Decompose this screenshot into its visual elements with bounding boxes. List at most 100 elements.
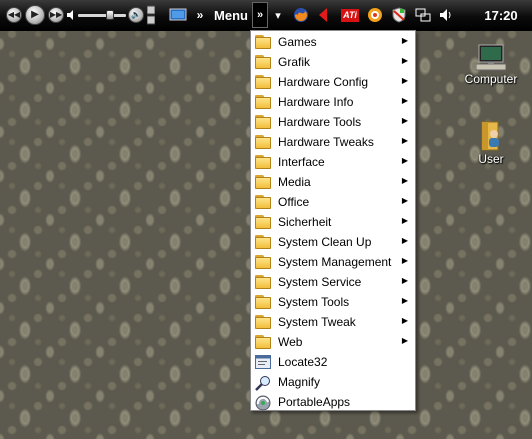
submenu-arrow-icon: ▶	[401, 136, 408, 145]
magnifier-icon	[255, 375, 271, 391]
menu-item-media[interactable]: Media ▶	[252, 172, 414, 192]
folder-icon	[255, 295, 271, 309]
dropdown-arrow-icon[interactable]: ▾	[272, 0, 284, 30]
volume-icon[interactable]	[438, 0, 454, 30]
menu-item-label: Interface	[278, 155, 325, 169]
folder-icon	[255, 195, 271, 209]
folder-icon	[255, 55, 271, 69]
shield-icon[interactable]	[390, 0, 408, 30]
ati-label: ATi	[341, 8, 359, 22]
menu-item-label: Hardware Info	[278, 95, 354, 109]
menu-item-label: Games	[278, 35, 317, 49]
submenu-arrow-icon: ▶	[401, 276, 408, 285]
folder-icon	[255, 155, 271, 169]
submenu-arrow-icon: ▶	[401, 116, 408, 125]
ati-icon[interactable]: ATi	[340, 0, 360, 30]
submenu-arrow-icon: ▶	[401, 236, 408, 245]
submenu-arrow-icon: ▶	[401, 196, 408, 205]
submenu-arrow-icon: ▶	[401, 296, 408, 305]
folder-icon	[255, 35, 271, 49]
menu-item-system-tools[interactable]: System Tools ▶	[252, 292, 414, 312]
menu-item-magnify[interactable]: Magnify	[252, 372, 414, 392]
menu-item-label: Office	[278, 195, 310, 209]
menu-item-label: System Tweak	[278, 315, 356, 329]
menu-item-label: Hardware Tools	[278, 115, 362, 129]
speaker-loud-icon[interactable]: 🔊	[128, 7, 144, 23]
media-options-icon[interactable]	[146, 0, 156, 30]
folder-icon	[255, 115, 271, 129]
show-desktop-icon[interactable]	[168, 0, 188, 30]
menu-item-portableapps[interactable]: PortableApps	[252, 392, 414, 412]
menu-item-label: Sicherheit	[278, 215, 332, 229]
submenu-arrow-icon: ▶	[401, 176, 408, 185]
menu-item-label: Locate32	[278, 355, 328, 369]
folder-icon	[255, 255, 271, 269]
menu-item-hardware-info[interactable]: Hardware Info ▶	[252, 92, 414, 112]
rewind-icon[interactable]: ◀◀	[6, 7, 22, 23]
submenu-arrow-icon: ▶	[401, 96, 408, 105]
menu-item-locate32[interactable]: Locate32	[252, 352, 414, 372]
menu-item-label: Grafik	[278, 55, 311, 69]
fast-forward-icon[interactable]: ▶▶	[48, 7, 64, 23]
start-menu: Games ▶ Grafik ▶ Hardware Config ▶ Hardw…	[250, 30, 416, 411]
menu-item-label: Magnify	[278, 375, 321, 389]
menu-item-web[interactable]: Web ▶	[252, 332, 414, 352]
avira-icon[interactable]	[366, 0, 384, 30]
menu-item-label: Web	[278, 335, 303, 349]
folder-icon	[255, 135, 271, 149]
quicklaunch-chevron[interactable]: »	[194, 0, 206, 30]
menu-item-system-service[interactable]: System Service ▶	[252, 272, 414, 292]
submenu-arrow-icon: ▶	[401, 336, 408, 345]
menu-item-label: Hardware Tweaks	[278, 135, 374, 149]
menu-item-label: System Management	[278, 255, 392, 269]
folder-icon	[255, 275, 271, 289]
submenu-arrow-icon: ▶	[401, 36, 408, 45]
desktop-icon-computer[interactable]: Computer	[459, 38, 523, 86]
menu-item-label: PortableApps	[278, 395, 351, 409]
submenu-arrow-icon: ▶	[401, 316, 408, 325]
menu-item-hardware-tools[interactable]: Hardware Tools ▶	[252, 112, 414, 132]
speaker-icon[interactable]	[66, 0, 78, 30]
network-icon[interactable]	[414, 0, 432, 30]
locate32-icon	[255, 355, 271, 369]
menu-item-hardware-tweaks[interactable]: Hardware Tweaks ▶	[252, 132, 414, 152]
menu-item-system-clean-up[interactable]: System Clean Up ▶	[252, 232, 414, 252]
computer-icon	[459, 38, 523, 72]
volume-slider-knob[interactable]	[106, 10, 114, 20]
menu-item-sicherheit[interactable]: Sicherheit ▶	[252, 212, 414, 232]
submenu-arrow-icon: ▶	[401, 256, 408, 265]
menu-item-label: System Clean Up	[278, 235, 372, 249]
play-icon[interactable]: ▶	[25, 5, 45, 25]
menu-label[interactable]: Menu	[212, 0, 250, 30]
menu-item-hardware-config[interactable]: Hardware Config ▶	[252, 72, 414, 92]
menu-item-games[interactable]: Games ▶	[252, 32, 414, 52]
folder-icon	[255, 335, 271, 349]
menu-item-label: Media	[278, 175, 311, 189]
menu-item-label: System Service	[278, 275, 362, 289]
menu-item-label: System Tools	[278, 295, 350, 309]
portableapps-icon	[255, 395, 271, 411]
menu-item-interface[interactable]: Interface ▶	[252, 152, 414, 172]
menu-item-office[interactable]: Office ▶	[252, 192, 414, 212]
folder-icon	[255, 235, 271, 249]
submenu-arrow-icon: ▶	[401, 56, 408, 65]
submenu-arrow-icon: ▶	[401, 76, 408, 85]
menu-item-system-tweak[interactable]: System Tweak ▶	[252, 312, 414, 332]
clock[interactable]: 17:20	[478, 0, 524, 30]
desktop-icon-label: Computer	[464, 72, 518, 86]
volume-slider-track[interactable]	[78, 14, 126, 17]
folder-icon	[255, 315, 271, 329]
submenu-arrow-icon: ▶	[401, 156, 408, 165]
desktop-icon-user[interactable]: User	[459, 118, 523, 166]
menu-item-system-management[interactable]: System Management ▶	[252, 252, 414, 272]
user-folder-icon	[459, 118, 523, 152]
firefox-icon[interactable]	[292, 0, 310, 30]
folder-icon	[255, 215, 271, 229]
menu-item-grafik[interactable]: Grafik ▶	[252, 52, 414, 72]
folder-icon	[255, 75, 271, 89]
red-arrow-icon[interactable]	[316, 0, 330, 30]
desktop-icon-label: User	[478, 152, 504, 166]
taskbar: ◀◀ ▶ ▶▶ 🔊 » Menu » ▾ ATi 17:20	[0, 0, 532, 31]
menu-chevron-button[interactable]: »	[252, 2, 268, 28]
submenu-arrow-icon: ▶	[401, 216, 408, 225]
